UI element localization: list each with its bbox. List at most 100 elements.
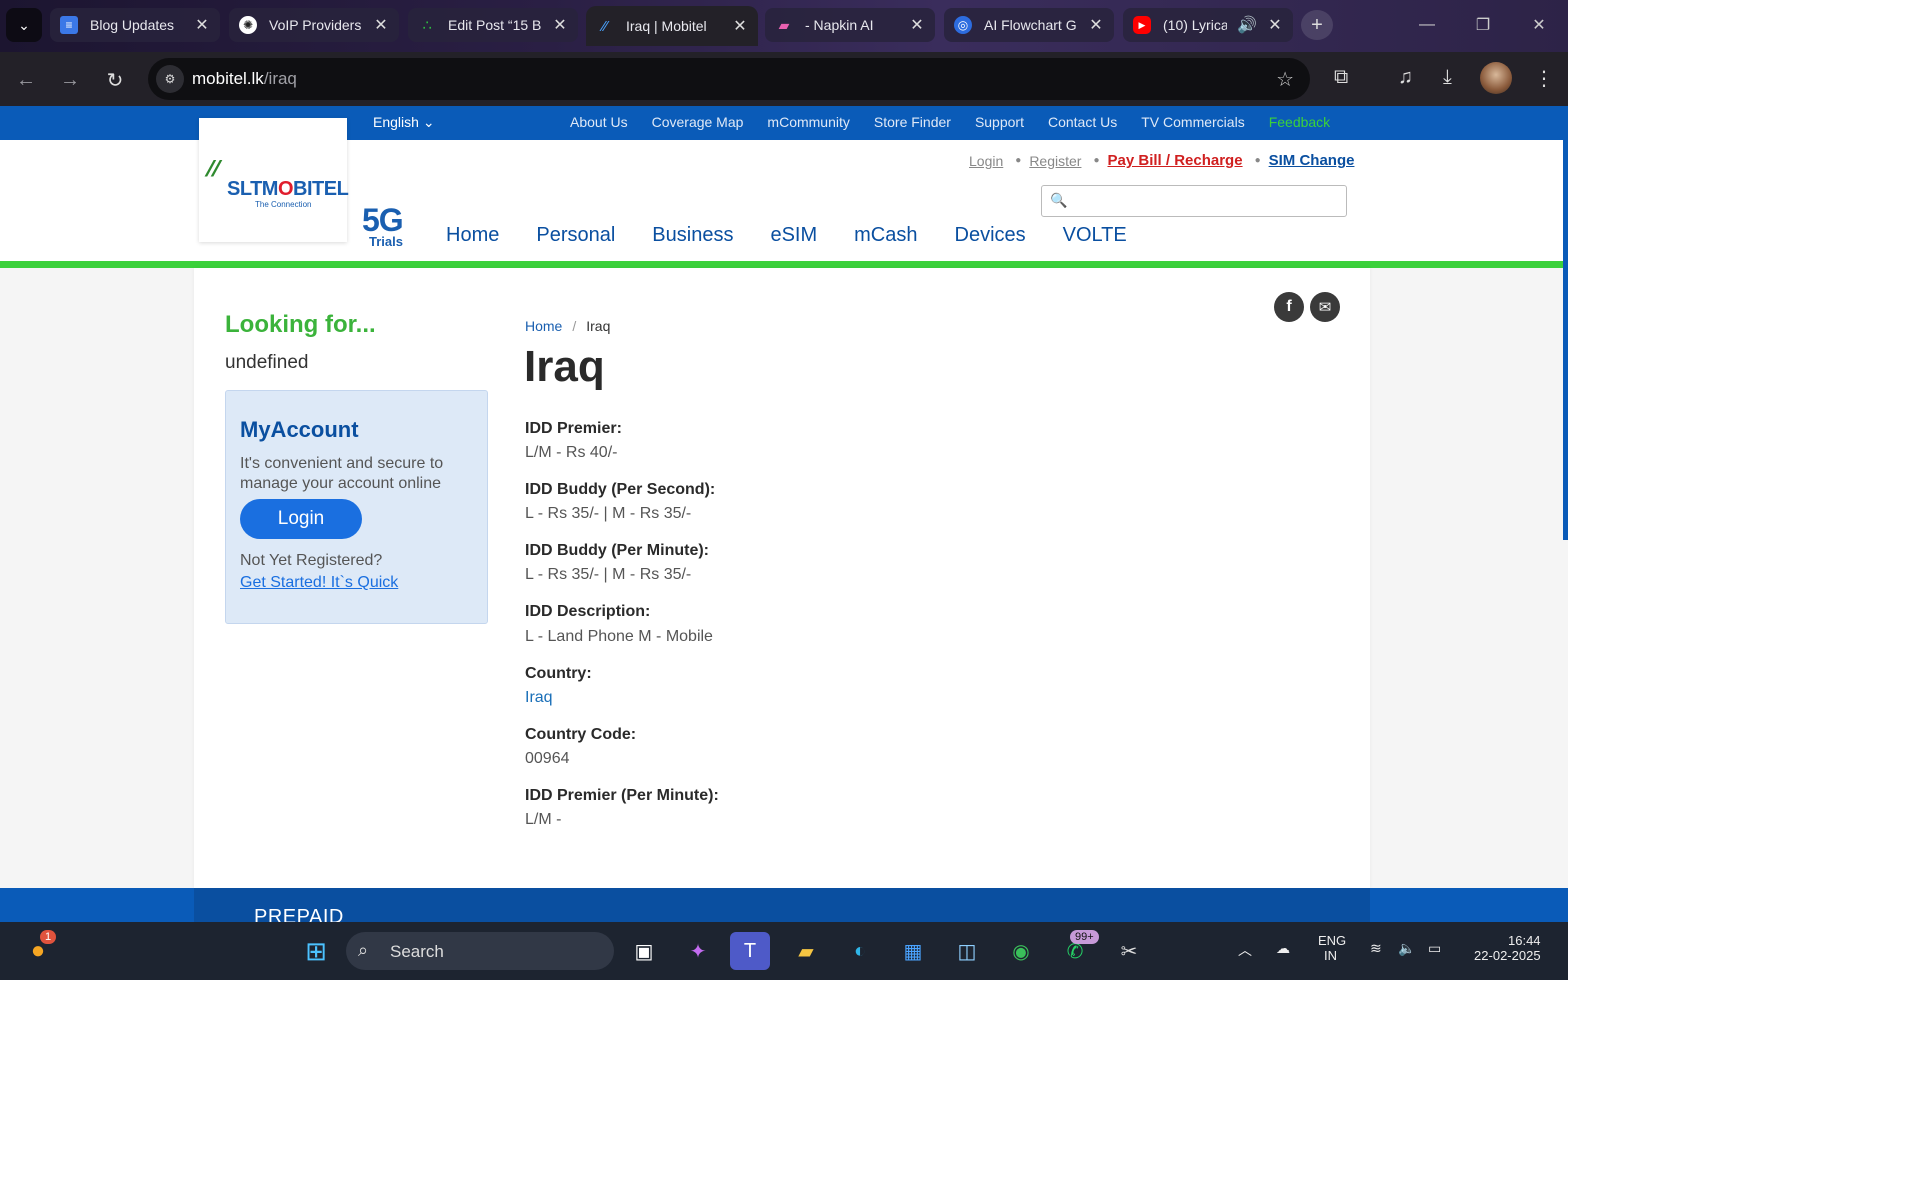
- link-feedback[interactable]: Feedback: [1269, 114, 1330, 130]
- nav-volte[interactable]: VOLTE: [1063, 224, 1127, 247]
- pay-bill-link[interactable]: Pay Bill / Recharge: [1108, 152, 1243, 169]
- link-tv-commercials[interactable]: TV Commercials: [1141, 114, 1244, 130]
- get-started-link[interactable]: Get Started! It`s Quick: [240, 574, 398, 592]
- close-icon[interactable]: ✕: [732, 16, 748, 36]
- link-store-finder[interactable]: Store Finder: [874, 114, 951, 130]
- sim-change-link[interactable]: SIM Change: [1269, 152, 1355, 169]
- nav-personal[interactable]: Personal: [536, 224, 615, 247]
- reload-button[interactable]: ↻: [99, 64, 131, 96]
- language-indicator[interactable]: ENG IN: [1318, 933, 1346, 963]
- nav-esim[interactable]: eSIM: [770, 224, 817, 247]
- forward-button[interactable]: →: [54, 64, 86, 96]
- field-value: L - Rs 35/- | M - Rs 35/-: [525, 505, 692, 522]
- account-links: Login ● Register ● Pay Bill / Recharge ●…: [969, 152, 1355, 169]
- myaccount-title: MyAccount: [240, 417, 359, 442]
- chrome-icon[interactable]: ◉: [1001, 932, 1041, 970]
- media-control-icon[interactable]: ♫: [1398, 66, 1413, 89]
- tray-chevron-icon[interactable]: ︿: [1238, 940, 1252, 960]
- language-select[interactable]: English ⌄: [373, 114, 435, 131]
- footer-side: [1370, 888, 1568, 922]
- teams-icon[interactable]: T: [730, 932, 770, 970]
- site-info-icon[interactable]: ⚙: [156, 65, 184, 93]
- profile-avatar[interactable]: [1480, 62, 1512, 94]
- link-mcommunity[interactable]: mCommunity: [767, 114, 849, 130]
- flowchart-icon: ◎: [954, 16, 972, 34]
- footer-section: PREPAID: [194, 888, 1370, 928]
- looking-for-heading: Looking for...: [225, 311, 376, 338]
- youtube-icon: ▶: [1133, 16, 1151, 34]
- download-icon[interactable]: ⤓: [1443, 66, 1452, 89]
- tab-voip-providers[interactable]: ✺ VoIP Providers ✕: [229, 8, 399, 42]
- field-label: Country:: [525, 665, 592, 682]
- extensions-icon[interactable]: ⧉: [1334, 66, 1348, 89]
- country-link[interactable]: Iraq: [525, 689, 553, 707]
- field-value: L/M - Rs 40/-: [525, 444, 618, 461]
- tab-ai-flowchart[interactable]: ◎ AI Flowchart G ✕: [944, 8, 1114, 42]
- restore-button[interactable]: ❐: [1463, 10, 1503, 40]
- breadcrumb-current: Iraq: [586, 318, 611, 334]
- nav-mcash[interactable]: mCash: [854, 224, 917, 247]
- myaccount-box: MyAccount It's convenient and secure to …: [225, 390, 488, 624]
- logo-slashes-icon: //: [202, 156, 224, 181]
- breadcrumb-home[interactable]: Home: [525, 318, 562, 334]
- not-registered-text: Not Yet Registered?: [240, 552, 383, 569]
- onedrive-icon[interactable]: ☁: [1276, 940, 1290, 957]
- start-icon[interactable]: ⊞: [296, 932, 336, 970]
- field-value: L - Rs 35/- | M - Rs 35/-: [525, 566, 692, 583]
- taskbar-search[interactable]: ⌕ Search: [346, 932, 614, 970]
- tab-iraq-mobitel[interactable]: ⁄⁄ Iraq | Mobitel ✕: [586, 6, 758, 46]
- link-contact-us[interactable]: Contact Us: [1048, 114, 1117, 130]
- close-icon[interactable]: ✕: [552, 15, 568, 35]
- login-link[interactable]: Login: [969, 153, 1003, 169]
- nav-business[interactable]: Business: [652, 224, 733, 247]
- tab-blog-updates[interactable]: ≡ Blog Updates ✕: [50, 8, 220, 42]
- task-view-icon[interactable]: ▣: [624, 932, 664, 970]
- minimize-button[interactable]: —: [1407, 10, 1447, 40]
- battery-icon[interactable]: ▭: [1428, 940, 1441, 957]
- tab-napkin-ai[interactable]: ▰ - Napkin AI ✕: [765, 8, 935, 42]
- copilot-icon[interactable]: ✦: [678, 932, 718, 970]
- green-divider: [0, 261, 1568, 268]
- register-link[interactable]: Register: [1029, 153, 1081, 169]
- new-tab-button[interactable]: +: [1301, 10, 1333, 40]
- snipping-tool-icon[interactable]: ✂: [1109, 932, 1149, 970]
- field-value: L/M -: [525, 811, 562, 828]
- main-nav: Home Personal Business eSIM mCash Device…: [446, 224, 1164, 247]
- close-icon[interactable]: ✕: [194, 15, 210, 35]
- clock[interactable]: 16:44 22-02-2025: [1468, 933, 1541, 963]
- site-search-input[interactable]: 🔍: [1041, 185, 1347, 217]
- close-icon[interactable]: ✕: [1267, 15, 1283, 35]
- link-support[interactable]: Support: [975, 114, 1024, 130]
- email-share-icon[interactable]: ✉: [1310, 292, 1340, 322]
- top-links: About Us Coverage Map mCommunity Store F…: [570, 114, 1330, 130]
- link-about-us[interactable]: About Us: [570, 114, 628, 130]
- sltmobitel-logo[interactable]: // SLTMOBITEL The Connection: [199, 118, 349, 242]
- field-label: IDD Premier (Per Minute):: [525, 787, 719, 804]
- close-icon[interactable]: ✕: [1088, 15, 1104, 35]
- tab-search-button[interactable]: ⌄: [6, 8, 42, 42]
- edge-icon[interactable]: ◐: [840, 932, 880, 970]
- facebook-share-icon[interactable]: f: [1274, 292, 1304, 322]
- whatsapp-badge: 99+: [1070, 930, 1099, 944]
- close-icon[interactable]: ✕: [373, 15, 389, 35]
- tab-edit-post[interactable]: ∴ Edit Post “15 B ✕: [408, 8, 578, 42]
- close-icon[interactable]: ✕: [909, 15, 925, 35]
- close-window-button[interactable]: ✕: [1519, 10, 1559, 40]
- nav-home[interactable]: Home: [446, 224, 499, 247]
- bookmark-star-icon[interactable]: ☆: [1276, 67, 1294, 92]
- wifi-icon[interactable]: ≋: [1370, 940, 1382, 957]
- menu-icon[interactable]: ⋮: [1534, 66, 1554, 91]
- store-icon[interactable]: ▦: [893, 932, 933, 970]
- nav-devices[interactable]: Devices: [955, 224, 1026, 247]
- speaker-icon[interactable]: 🔊: [1233, 15, 1261, 35]
- address-bar[interactable]: ⚙ mobitel.lk/iraq ☆: [148, 58, 1310, 100]
- myaccount-login-button[interactable]: Login: [240, 499, 362, 539]
- tab-youtube[interactable]: ▶ (10) Lyrica 🔊 ✕: [1123, 8, 1293, 42]
- link-coverage-map[interactable]: Coverage Map: [652, 114, 744, 130]
- file-explorer-icon[interactable]: ▰: [786, 932, 826, 970]
- browser-tab-bar: ⌄ ≡ Blog Updates ✕ ✺ VoIP Providers ✕ ∴ …: [0, 0, 1568, 52]
- remote-desktop-icon[interactable]: ◫: [947, 932, 987, 970]
- back-button[interactable]: ←: [10, 64, 42, 96]
- volume-icon[interactable]: 🔈: [1398, 940, 1415, 957]
- page-title: Iraq: [524, 342, 605, 391]
